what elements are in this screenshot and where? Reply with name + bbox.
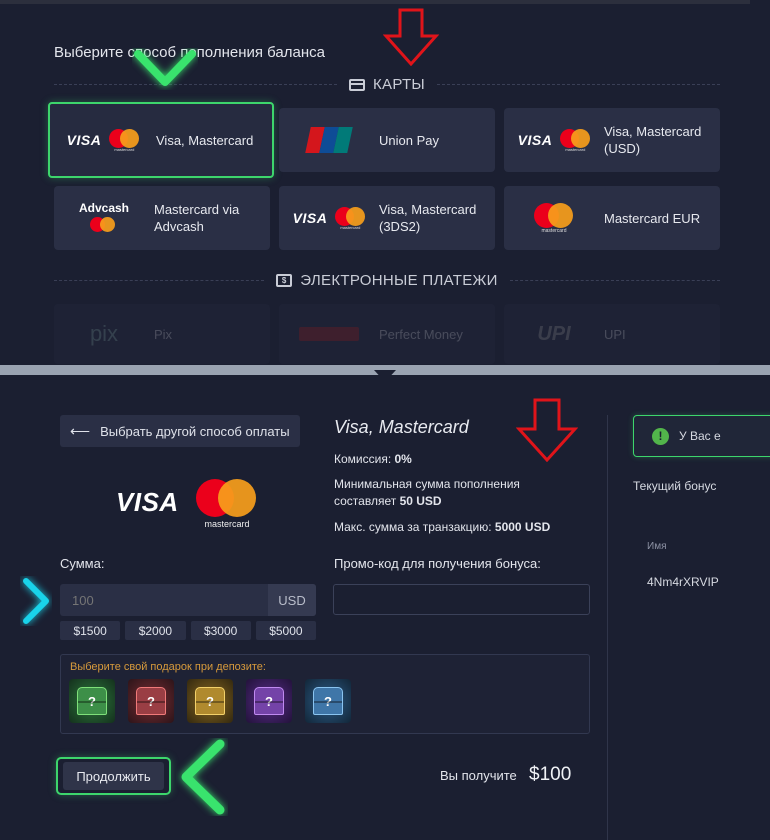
sum-input[interactable] <box>60 584 268 616</box>
preset-amount-button[interactable]: $3000 <box>190 621 251 640</box>
method-card-pix[interactable]: pix Pix <box>54 304 270 364</box>
method-card-advcash[interactable]: Advcash Mastercard via Advcash <box>54 186 270 250</box>
method-card-perfect-money[interactable]: Perfect Money <box>279 304 495 364</box>
cards-section-label: КАРТЫ <box>373 76 426 93</box>
bonus-notice[interactable]: ! У Вас е <box>633 415 770 457</box>
gift-chest-gold[interactable]: ? <box>187 679 233 723</box>
receive-label: Вы получите <box>440 768 517 783</box>
bonus-notice-text: У Вас е <box>679 429 721 443</box>
current-bonus-label: Текущий бонус <box>633 479 717 493</box>
back-button-label: Выбрать другой способ оплаты <box>100 423 290 439</box>
arrow-left-icon: ⟵ <box>70 422 91 439</box>
perfect-money-logo <box>279 302 379 366</box>
visa-mastercard-logo: VISA mastercard <box>279 186 379 250</box>
method-card-visa-mastercard-usd[interactable]: VISA mastercard Visa, Mastercard (USD) <box>504 108 720 172</box>
continue-button-label: Продолжить <box>63 762 164 790</box>
method-label: Visa, Mastercard (USD) <box>604 124 702 156</box>
method-card-visa-mastercard-3ds2[interactable]: VISA mastercard Visa, Mastercard (3DS2) <box>279 186 495 250</box>
gift-chest-red[interactable]: ? <box>128 679 174 723</box>
epay-section-divider: $ ЭЛЕКТРОННЫЕ ПЛАТЕЖИ <box>54 272 721 289</box>
mastercard-logo: mastercard <box>504 186 604 250</box>
method-label: Perfect Money <box>379 326 463 342</box>
payment-methods-panel: Выберите способ пополнения баланса КАРТЫ… <box>0 0 770 368</box>
method-label: Visa, Mastercard (3DS2) <box>379 202 477 234</box>
card-icon <box>349 78 365 91</box>
promo-code-input[interactable] <box>333 584 590 615</box>
cash-icon: $ <box>276 274 293 287</box>
promo-label: Промо-код для получения бонуса: <box>334 556 541 571</box>
method-title: Visa, Mastercard <box>334 417 469 437</box>
exclamation-icon: ! <box>652 427 669 445</box>
upi-logo: UPI <box>537 322 571 345</box>
receive-amount: $100 <box>529 764 572 785</box>
max-sum-info: Макс. сумма за транзакцию: 5000 USD <box>334 520 551 534</box>
preset-amount-button[interactable]: $5000 <box>255 621 316 640</box>
currency-label: USD <box>268 584 316 616</box>
preset-amount-button[interactable]: $1500 <box>60 621 121 640</box>
method-label: Pix <box>154 326 173 342</box>
gift-chest-blue[interactable]: ? <box>305 679 351 723</box>
min-sum-info: Минимальная сумма пополнения составляет 5… <box>334 477 520 508</box>
top-strip <box>0 0 750 4</box>
payment-form-panel: ⟵ Выбрать другой способ оплаты VISA mast… <box>0 375 770 840</box>
method-card-mastercard-eur[interactable]: mastercard Mastercard EUR <box>504 186 720 250</box>
method-label: Mastercard via Advcash <box>154 202 240 234</box>
mastercard-logo: mastercard <box>196 479 258 529</box>
pix-logo: pix <box>89 321 119 346</box>
method-card-visa-mastercard[interactable]: VISA mastercard Visa, Mastercard <box>48 102 274 178</box>
gift-title: Выберите свой подарок при депозите: <box>70 661 266 673</box>
method-label: Mastercard EUR <box>604 210 701 226</box>
gift-chest-purple[interactable]: ? <box>246 679 292 723</box>
visa-mastercard-logo: VISA mastercard <box>50 104 156 176</box>
visa-logo: VISA <box>116 487 179 517</box>
gift-selector: Выберите свой подарок при депозите: ? ? … <box>60 654 590 734</box>
method-label: Union Pay <box>379 132 439 148</box>
page-heading: Выберите способ пополнения баланса <box>54 44 325 61</box>
sum-label: Сумма: <box>60 556 105 571</box>
preset-amounts: $1500 $2000 $3000 $5000 <box>60 621 316 640</box>
epay-section-label: ЭЛЕКТРОННЫЕ ПЛАТЕЖИ <box>300 272 498 289</box>
commission-info: Комиссия: 0% <box>334 452 412 466</box>
visa-mastercard-logo: VISA mastercard <box>504 108 604 172</box>
bonus-row-value: 4Nm4rXRVIP <box>647 575 719 589</box>
back-to-methods-button[interactable]: ⟵ Выбрать другой способ оплаты <box>60 415 300 447</box>
unionpay-logo <box>279 108 379 172</box>
column-divider <box>607 415 608 840</box>
preset-amount-button[interactable]: $2000 <box>125 621 186 640</box>
cards-section-divider: КАРТЫ <box>54 76 721 93</box>
bonus-column-name: Имя <box>647 541 667 552</box>
gift-chest-green[interactable]: ? <box>69 679 115 723</box>
advcash-logo: Advcash <box>54 186 154 250</box>
method-card-unionpay[interactable]: Union Pay <box>279 108 495 172</box>
continue-button[interactable]: Продолжить <box>56 757 171 795</box>
method-label: UPI <box>604 326 626 342</box>
method-card-upi[interactable]: UPI UPI <box>504 304 720 364</box>
sum-field: USD <box>60 584 316 616</box>
method-label: Visa, Mastercard <box>156 132 254 148</box>
